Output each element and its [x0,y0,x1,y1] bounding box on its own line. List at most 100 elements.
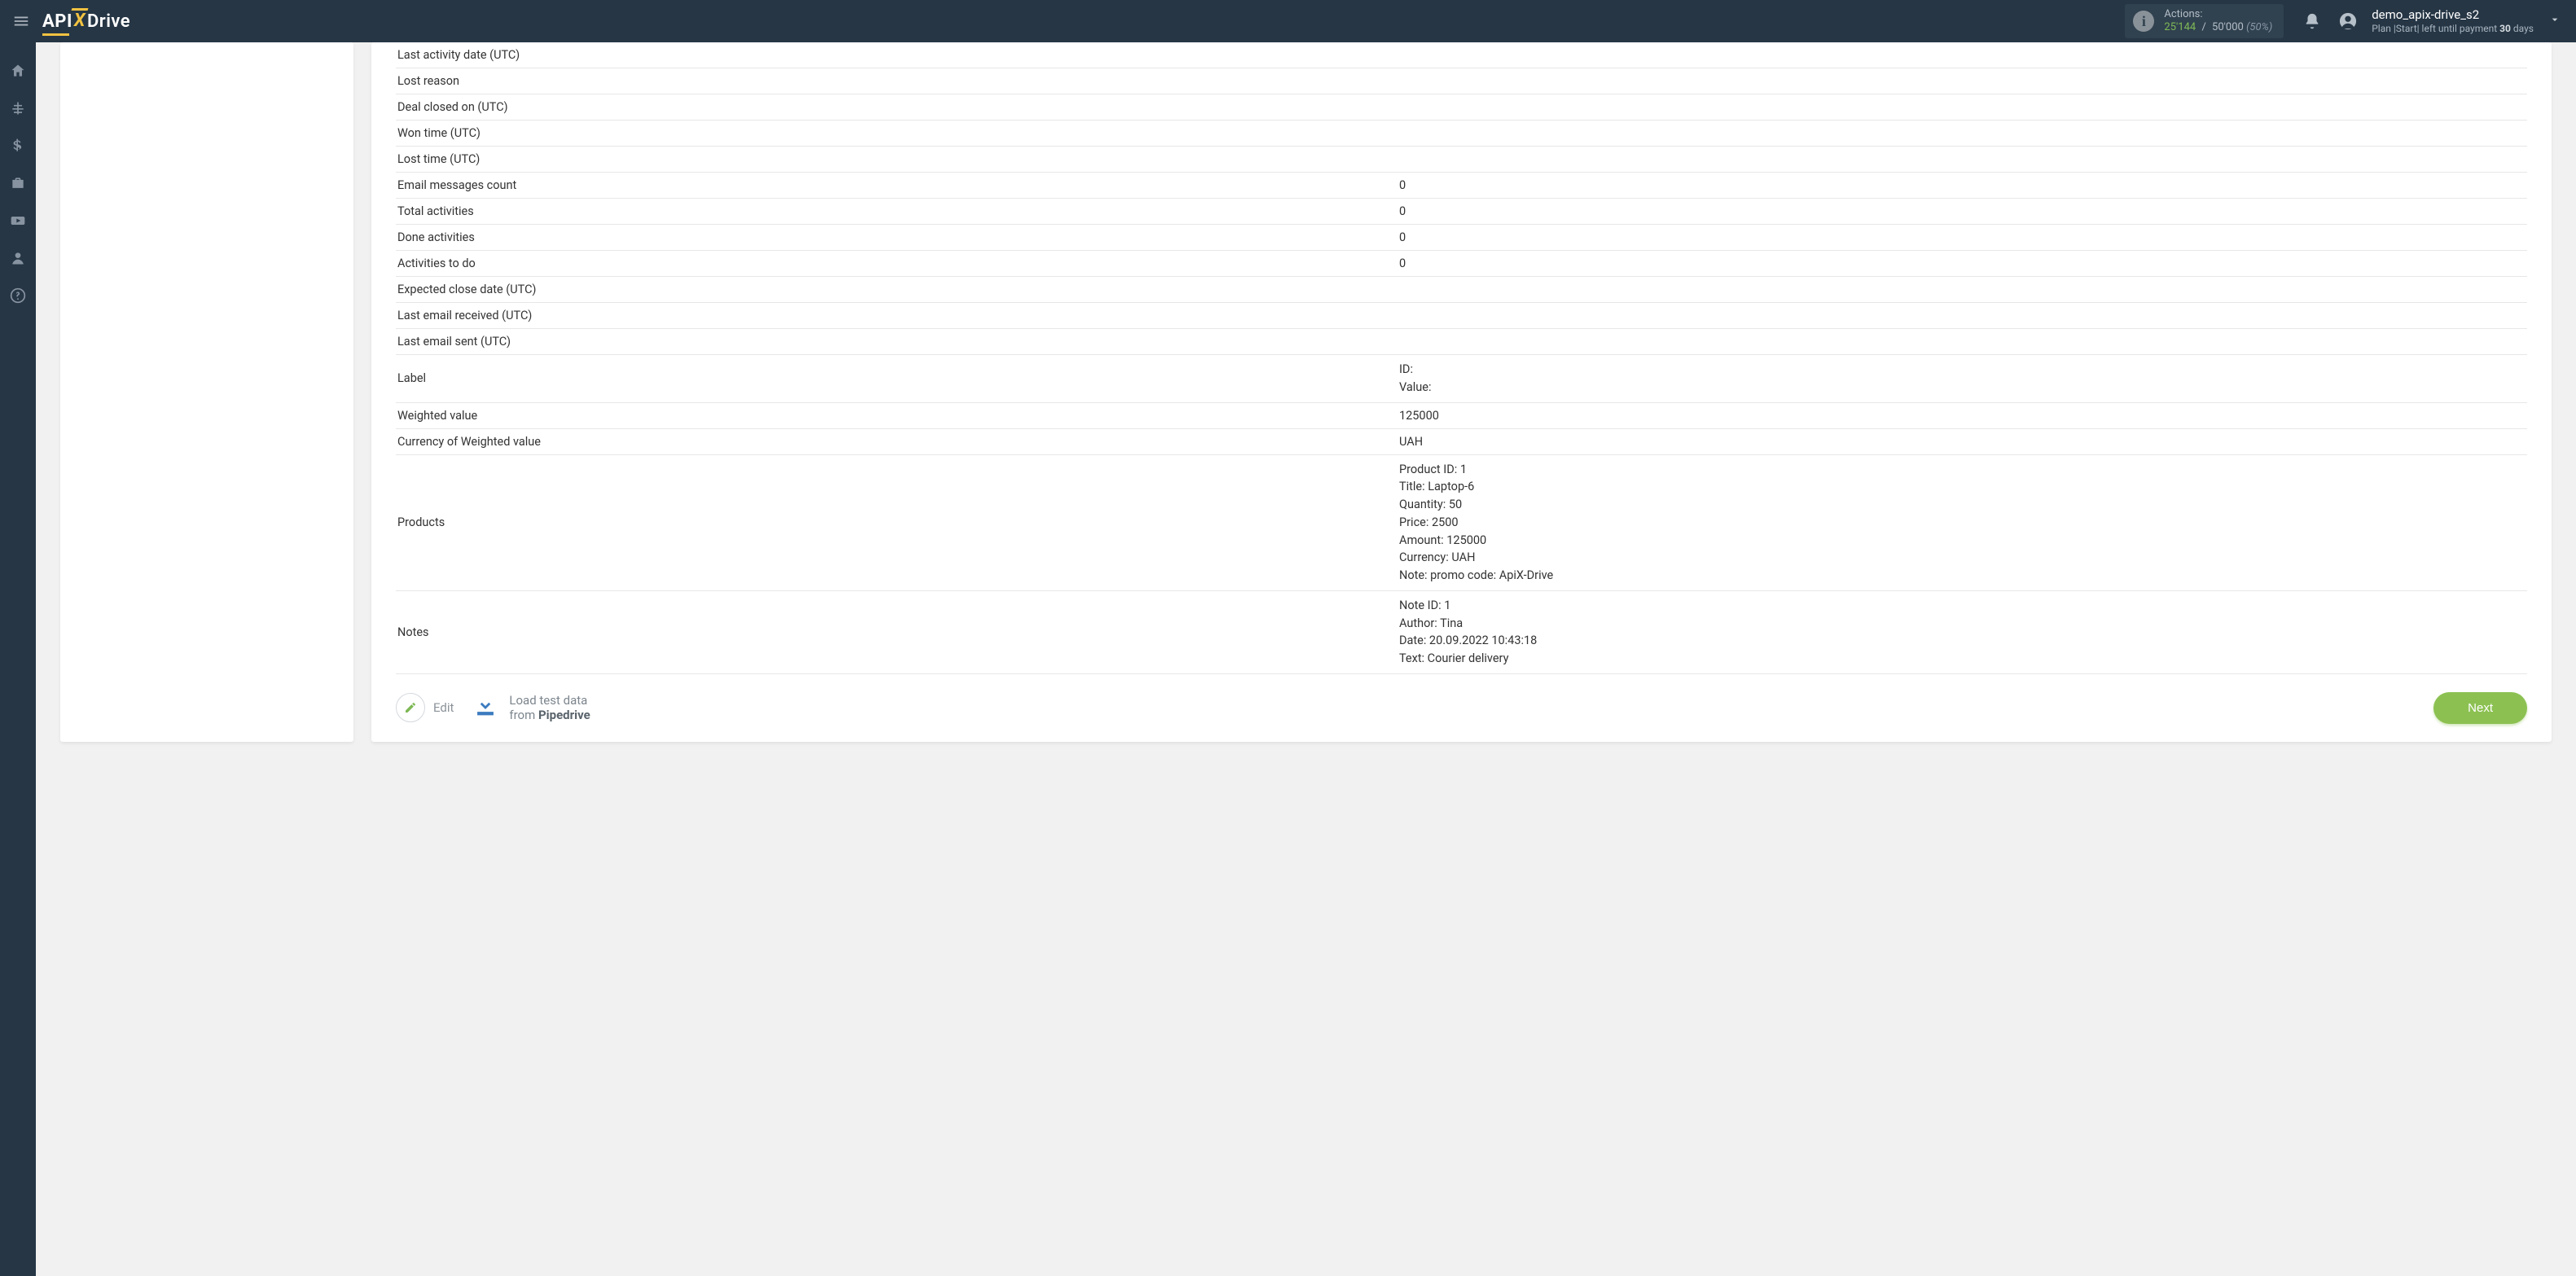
plan-prefix: Plan |Start| left until payment [2372,23,2499,34]
menu-toggle-button[interactable] [10,10,33,33]
field-label: Done activities [396,225,1398,251]
home-icon [10,63,26,79]
actions-counter[interactable]: i Actions: 25'144 / 50'000 (50%) [2125,4,2284,39]
nav-connections[interactable] [7,98,29,119]
field-value [1398,329,2527,355]
actions-label: Actions: [2164,8,2272,21]
user-menu-caret[interactable] [2548,13,2561,29]
field-label: Lost reason [396,68,1398,94]
table-row: Deal closed on (UTC) [396,94,2527,121]
actions-percent: (50%) [2246,21,2272,33]
product-line: Currency: UAH [1399,549,2526,567]
panel-footer: Edit Load test data from Pipedrive Next [396,674,2527,724]
product-line: Title: Laptop-6 [1399,478,2526,496]
field-label: Lost time (UTC) [396,147,1398,173]
edit-button[interactable]: Edit [396,693,454,722]
nav-billing[interactable] [7,135,29,156]
help-icon [10,287,26,304]
field-label: Notes [396,590,1398,673]
nav-help[interactable] [7,285,29,306]
field-value: UAH [1398,428,2527,454]
product-line: Note: promo code: ApiX-Drive [1399,567,2526,585]
row-notes: Notes Note ID: 1Author: TinaDate: 20.09.… [396,590,2527,673]
field-value [1398,147,2527,173]
field-label: Label [396,355,1398,403]
row-products: Products Product ID: 1Title: Laptop-6Qua… [396,454,2527,590]
product-line: Product ID: 1 [1399,461,2526,479]
nav-home[interactable] [7,60,29,81]
label-value: Value: [1399,379,2526,397]
bell-icon [2303,12,2321,30]
user-menu[interactable]: demo_apix-drive_s2 Plan |Start| left unt… [2372,7,2534,35]
nav-briefcase[interactable] [7,173,29,194]
load-test-data-button[interactable]: Load test data from Pipedrive [472,692,590,723]
table-row: Lost reason [396,68,2527,94]
product-line: Price: 2500 [1399,514,2526,532]
load-text: Load test data from Pipedrive [509,693,590,722]
youtube-icon [10,213,26,229]
next-button[interactable]: Next [2433,692,2527,724]
product-line: Amount: 125000 [1399,532,2526,550]
brand-part-api: API [42,11,72,32]
note-line: Author: Tina [1399,615,2526,633]
table-row: Last email sent (UTC) [396,329,2527,355]
row-label: Label ID: Value: [396,355,2527,403]
field-value [1398,68,2527,94]
wizard-steps-panel [60,42,353,742]
field-label: Products [396,454,1398,590]
user-name: demo_apix-drive_s2 [2372,7,2534,23]
briefcase-icon [10,175,26,191]
pencil-icon [404,701,417,714]
product-line: Quantity: 50 [1399,496,2526,514]
user-plan: Plan |Start| left until payment 30 days [2372,23,2534,35]
field-value: ID: Value: [1398,355,2527,403]
field-value [1398,121,2527,147]
notifications-button[interactable] [2300,9,2324,33]
chevron-down-icon [2548,13,2561,26]
field-value: Product ID: 1Title: Laptop-6Quantity: 50… [1398,454,2527,590]
info-icon: i [2133,11,2154,32]
actions-current: 25'144 [2164,21,2196,33]
page-scroll[interactable]: Last activity date (UTC)Lost reasonDeal … [36,42,2576,1276]
download-icon [472,692,499,723]
table-row: Lost time (UTC) [396,147,2527,173]
field-label: Email messages count [396,173,1398,199]
brand-logo[interactable]: APIXDrive [42,11,130,32]
table-row: Total activities0 [396,199,2527,225]
field-value: 0 [1398,225,2527,251]
nav-youtube[interactable] [7,210,29,231]
avatar-icon [2339,12,2357,30]
note-line: Text: Courier delivery [1399,650,2526,668]
nav-account[interactable] [7,248,29,269]
menu-icon [12,12,30,30]
field-value: 125000 [1398,402,2527,428]
field-label: Currency of Weighted value [396,428,1398,454]
field-value: Note ID: 1Author: TinaDate: 20.09.2022 1… [1398,590,2527,673]
data-preview-panel: Last activity date (UTC)Lost reasonDeal … [371,42,2552,742]
load-line1: Load test data [509,693,590,708]
sidebar-nav [0,42,36,1276]
table-row: Expected close date (UTC) [396,277,2527,303]
row-currency-weighted: Currency of Weighted value UAH [396,428,2527,454]
field-label: Last email received (UTC) [396,303,1398,329]
actions-sep: / [2201,21,2205,33]
pencil-circle [396,693,425,722]
field-label: Activities to do [396,251,1398,277]
field-value [1398,277,2527,303]
load-line2: from Pipedrive [509,708,590,722]
brand-underline [42,33,69,36]
field-value: 0 [1398,173,2527,199]
row-weighted-value: Weighted value 125000 [396,402,2527,428]
field-label: Last activity date (UTC) [396,42,1398,68]
table-row: Email messages count0 [396,173,2527,199]
table-row: Last activity date (UTC) [396,42,2527,68]
field-value [1398,303,2527,329]
plan-suffix: days [2511,23,2534,34]
field-table: Last activity date (UTC)Lost reasonDeal … [396,42,2527,674]
plan-days: 30 [2499,23,2511,34]
note-line: Date: 20.09.2022 10:43:18 [1399,632,2526,650]
table-row: Done activities0 [396,225,2527,251]
tree-icon [10,100,26,116]
user-avatar[interactable] [2336,9,2360,33]
table-row: Last email received (UTC) [396,303,2527,329]
